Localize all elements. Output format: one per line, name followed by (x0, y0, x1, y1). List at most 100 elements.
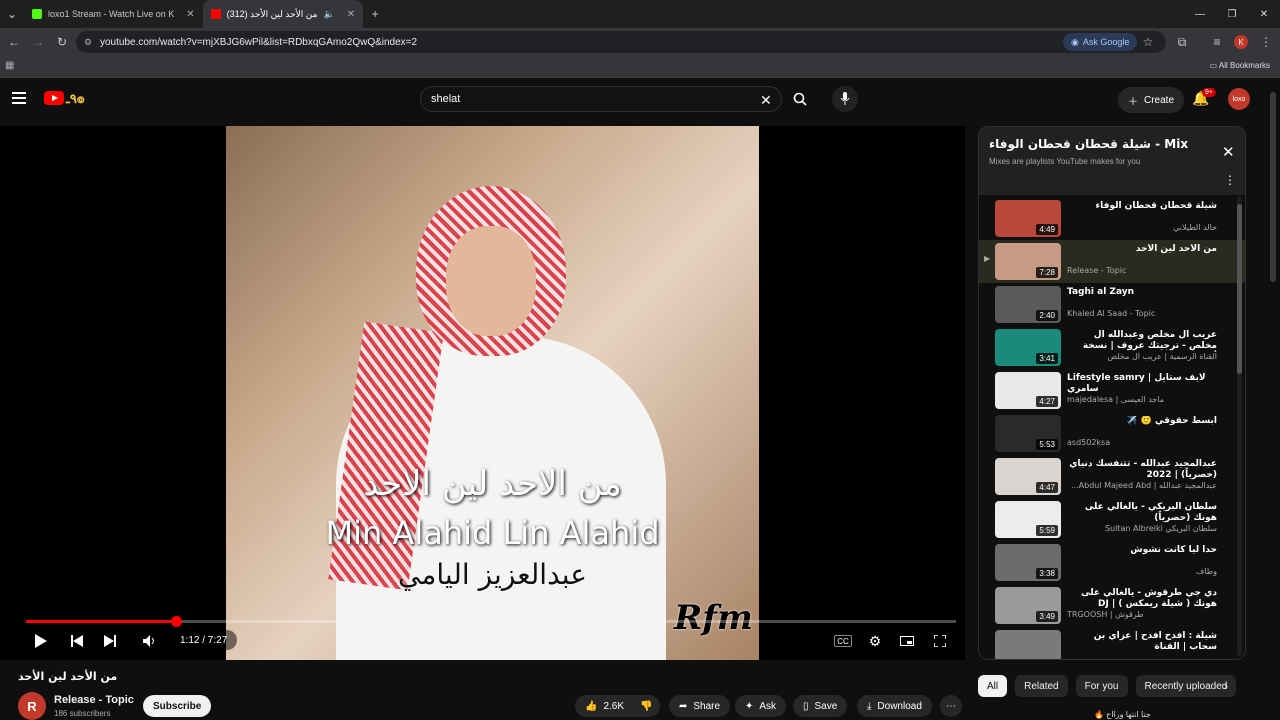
download-icon: ⤓ (867, 700, 872, 712)
playlist-thumbnail[interactable] (995, 630, 1061, 659)
mix-header: شيلة قحطان قحطان الوفاء - Mix Mixes are … (979, 127, 1245, 195)
channel-name[interactable]: Release - Topic (54, 694, 134, 706)
voice-search-button[interactable] (832, 86, 858, 112)
volume-button[interactable] (141, 632, 159, 650)
progress-bar[interactable] (26, 616, 956, 627)
speaker-icon[interactable]: 🔈 (323, 9, 334, 20)
playlist-thumbnail[interactable]: 4:47 (995, 458, 1061, 495)
chip-recently-uploaded[interactable]: Recently uploaded (1135, 675, 1237, 697)
mix-playlist-panel: شيلة قحطان قحطان الوفاء - Mix Mixes are … (978, 126, 1246, 660)
chip-related[interactable]: Related (1015, 675, 1068, 697)
fullscreen-icon[interactable] (931, 632, 949, 650)
media-icon[interactable]: ≡ (1205, 30, 1229, 54)
playlist-scrollbar-thumb[interactable] (1237, 204, 1242, 374)
chip-for-you[interactable]: For you (1075, 675, 1128, 697)
previous-button[interactable] (68, 632, 86, 650)
channel-avatar[interactable]: R (18, 692, 46, 720)
back-icon[interactable]: ← (2, 30, 26, 54)
browser-tab-kick[interactable]: loxo1 Stream - Watch Live on K ✕ (24, 0, 203, 28)
ask-button[interactable]: ✦ Ask (735, 695, 787, 717)
close-tab-icon[interactable]: ✕ (347, 9, 355, 20)
settings-gear-icon[interactable]: ⚙ (866, 632, 884, 650)
playlist-item[interactable]: شيلة : افدح افدح | عزاي بن سحاب | القناة (979, 627, 1245, 659)
next-related-item[interactable]: جتا انتها ورااح 🔥 (1094, 710, 1151, 719)
playlist-item-title: شيلة : افدح افدح | عزاي بن سحاب | القناة (1093, 631, 1217, 652)
play-icon (35, 634, 47, 648)
bookmark-icon: ▯ (803, 700, 809, 712)
page-scrollbar[interactable] (1270, 92, 1276, 282)
playlist-thumbnail[interactable]: 5:53 (995, 415, 1061, 452)
duration: 5:59 (1036, 525, 1058, 536)
subscribe-button[interactable]: Subscribe (143, 695, 212, 717)
download-button[interactable]: ⤓ Download (857, 695, 932, 717)
playlist-thumbnail[interactable]: 4:27 (995, 372, 1061, 409)
search-button[interactable] (787, 87, 813, 111)
progress-scrubber[interactable] (170, 616, 182, 627)
youtube-doodle-logo[interactable]: ٩ـ๏ (66, 88, 104, 108)
clear-search-icon[interactable]: ✕ (760, 92, 772, 109)
play-button[interactable] (32, 632, 50, 650)
playlist-item[interactable]: 3:38 حدا ليا كانت نشوش وطاف (979, 541, 1245, 584)
playlist-scrollbar[interactable] (1237, 196, 1242, 656)
create-button[interactable]: ＋ Create (1118, 87, 1185, 113)
url-text: youtube.com/watch?v=mjXBJG6wPil&list=RDb… (100, 36, 418, 48)
chip-all[interactable]: All (978, 675, 1008, 697)
playlist-more-icon[interactable]: ⋮ (1224, 173, 1236, 187)
more-actions-button[interactable]: ⋯ (940, 695, 962, 717)
close-playlist-icon[interactable]: ✕ (1222, 143, 1235, 161)
download-label: Download (877, 700, 922, 712)
ask-google-button[interactable]: ◉ Ask Google (1063, 33, 1138, 51)
youtube-favicon-icon (210, 9, 221, 19)
all-bookmarks-link[interactable]: ▭ All Bookmarks (1210, 61, 1270, 70)
playlist-thumbnail[interactable]: 3:41 (995, 329, 1061, 366)
dislike-button[interactable]: 👎 (632, 695, 661, 717)
playlist-item[interactable]: 5:53 ابسط حقوقي 🙂 ✈️ asd502ksa (979, 412, 1245, 455)
url-field[interactable]: ⚙ youtube.com/watch?v=mjXBJG6wPil&list=R… (76, 31, 1166, 53)
search-input[interactable]: shelat (420, 86, 782, 112)
playlist-thumbnail[interactable]: 3:49 (995, 587, 1061, 624)
bookmark-star-icon[interactable]: ☆ (1136, 30, 1160, 54)
profile-avatar[interactable]: K (1234, 35, 1248, 49)
playlist-item[interactable]: 4:27 Lifestyle samry | لايف ستايل سامري ma… (979, 369, 1245, 412)
user-avatar[interactable]: loxo (1228, 88, 1250, 110)
miniplayer-icon[interactable] (898, 632, 916, 650)
browser-tab-youtube[interactable]: من الأحد لين الأحد (312) 🔈 ✕ (202, 0, 364, 28)
youtube-header: ٩ـ๏ shelat ✕ ＋ Create 🔔 9+ loxo (0, 78, 1280, 122)
close-tab-icon[interactable]: ✕ (186, 9, 194, 20)
browser-menu-icon[interactable]: ⋮ (1254, 30, 1278, 54)
close-window-icon[interactable]: ✕ (1248, 0, 1280, 28)
hamburger-menu-icon[interactable] (12, 92, 26, 104)
playlist-item[interactable]: 3:49 دي جي طرقوش - يالغالي على هونك ( شيل… (979, 584, 1245, 627)
playlist-thumbnail[interactable]: 5:59 (995, 501, 1061, 538)
playlist-item[interactable]: 5:59 سلطان البريكي - يالغالي على هونك (حص… (979, 498, 1245, 541)
subtitles-icon[interactable]: CC (834, 635, 852, 647)
forward-icon[interactable]: → (26, 30, 50, 54)
like-button[interactable]: 👍 2.6K (575, 695, 635, 717)
kick-favicon-icon (32, 9, 42, 19)
next-button[interactable] (101, 632, 119, 650)
playlist-item[interactable]: 4:49 شيلة قحطان قحطان الوفاء خالد الطيلاني (979, 197, 1245, 240)
save-button[interactable]: ▯ Save (793, 695, 848, 717)
new-tab-icon[interactable]: + (363, 2, 387, 26)
reload-icon[interactable]: ↻ (50, 30, 74, 54)
extensions-icon[interactable]: ⧉ (1170, 30, 1194, 54)
progress-played (26, 620, 176, 623)
playlist-item[interactable]: 2:40 Taghi al Zayn Khaled Al Saad - Topic (979, 283, 1245, 326)
site-info-icon[interactable]: ⚙ (84, 37, 92, 48)
chips-next-icon[interactable]: › (1224, 679, 1228, 693)
minimize-icon[interactable]: — (1184, 0, 1216, 28)
playlist-item[interactable]: 4:47 عبدالمجيد عبدالله - تتنفسك دنياي (حص… (979, 455, 1245, 498)
video-player[interactable]: من الاحد لين الاحد Min Alahid Lin Alahid… (0, 126, 965, 660)
playlist-thumbnail[interactable]: 3:38 (995, 544, 1061, 581)
bookmarks-bar: ▦ ▭ All Bookmarks (0, 56, 1280, 78)
apps-grid-icon[interactable]: ▦ (5, 60, 14, 71)
playlist-thumbnail[interactable]: 7:28 (995, 243, 1061, 280)
share-button[interactable]: ➦ Share (669, 695, 731, 717)
playlist-item[interactable]: ▶ 7:28 من الأحد لين الأحد Release - Topic (979, 240, 1245, 283)
youtube-logo-icon[interactable] (44, 91, 64, 105)
maximize-icon[interactable]: ❐ (1216, 0, 1248, 28)
tab-search-icon[interactable]: ⌄ (0, 2, 24, 26)
playlist-thumbnail[interactable]: 2:40 (995, 286, 1061, 323)
playlist-item[interactable]: 3:41 عريب ال مخلص وعبدالله ال مخلص - ترجي… (979, 326, 1245, 369)
playlist-thumbnail[interactable]: 4:49 (995, 200, 1061, 237)
